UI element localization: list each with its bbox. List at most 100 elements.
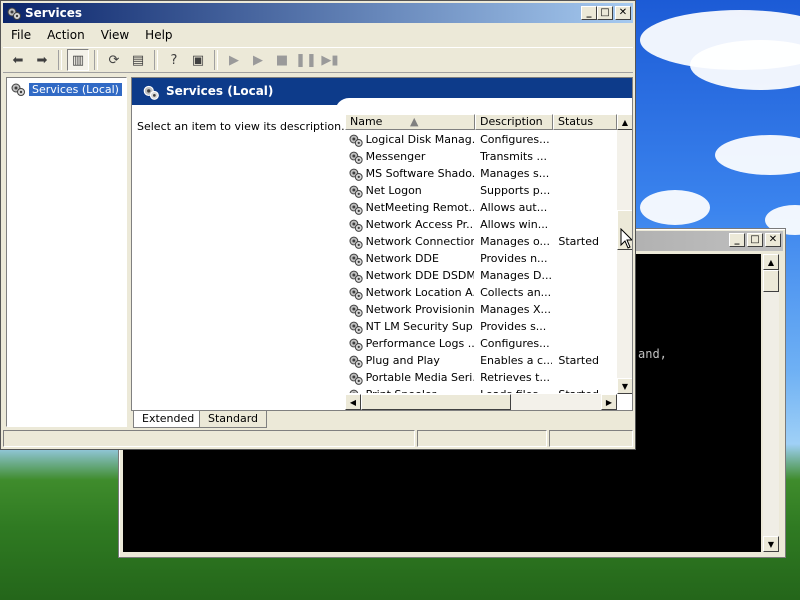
service-name: Network Provisionin...	[365, 303, 475, 316]
column-header-status[interactable]: Status	[553, 114, 617, 130]
tree-item-services-local[interactable]: Services (Local)	[10, 81, 122, 97]
close-button[interactable]: ✕	[615, 6, 631, 20]
services-window[interactable]: Services _ □ ✕ File Action View Help ⬅ ➡…	[0, 0, 636, 450]
service-name: Plug and Play	[365, 354, 440, 367]
service-name: Net Logon	[365, 184, 422, 197]
table-row[interactable]: Network DDE Provides n...	[345, 250, 617, 267]
service-status: Started	[558, 354, 599, 367]
pane-header: Services (Local)	[132, 78, 632, 118]
list-rows: Logical Disk Manag... Configures... Messen…	[345, 131, 617, 393]
console-close-button[interactable]: ✕	[765, 233, 781, 247]
service-name: Messenger	[365, 150, 426, 163]
menu-help[interactable]: Help	[137, 28, 180, 42]
service-description: Manages o...	[480, 235, 551, 248]
service-description: Allows aut...	[480, 201, 548, 214]
table-row[interactable]: Plug and Play Enables a c... Started	[345, 352, 617, 369]
toolbar-separator	[58, 50, 62, 70]
status-pane	[549, 430, 633, 447]
tab-extended[interactable]: Extended	[133, 411, 204, 428]
toolbar-separator	[154, 50, 158, 70]
service-name: Network DDE DSDM	[365, 269, 475, 282]
help-icon[interactable]: ?	[163, 49, 185, 71]
properties-icon[interactable]: ▣	[187, 49, 209, 71]
table-row[interactable]: Messenger Transmits ...	[345, 148, 617, 165]
tree-item-label: Services (Local)	[29, 82, 122, 96]
scroll-left-button[interactable]: ◀	[345, 394, 361, 410]
service-gears-icon	[349, 253, 363, 266]
refresh-icon[interactable]: ⟳	[103, 49, 125, 71]
menu-view[interactable]: View	[93, 28, 137, 42]
list-header: Name ▲ Description Status	[345, 114, 617, 130]
list-vertical-scrollbar[interactable]: ▲ ▼	[617, 114, 632, 394]
console-minimize-button[interactable]: _	[729, 233, 745, 247]
table-row[interactable]: Net Logon Supports p...	[345, 182, 617, 199]
pause-service-icon[interactable]: ❚❚	[295, 49, 317, 71]
column-header-name[interactable]: Name ▲	[345, 114, 475, 130]
export-list-icon[interactable]: ▤	[127, 49, 149, 71]
list-horizontal-scrollbar[interactable]: ◀ ▶	[345, 394, 617, 410]
table-row[interactable]: Logical Disk Manag... Configures...	[345, 131, 617, 148]
console-scroll-thumb[interactable]	[763, 270, 779, 292]
scroll-down-button[interactable]: ▼	[617, 378, 632, 394]
services-list[interactable]: Name ▲ Description Status Logical Disk M…	[345, 114, 632, 410]
column-header-description[interactable]: Description	[475, 114, 553, 130]
maximize-button[interactable]: □	[597, 6, 613, 20]
table-row[interactable]: Network Location A... Collects an...	[345, 284, 617, 301]
service-name: NT LM Security Sup...	[365, 320, 475, 333]
table-row[interactable]: MS Software Shado... Manages s...	[345, 165, 617, 182]
table-row[interactable]: Network Provisionin... Manages X...	[345, 301, 617, 318]
table-row[interactable]: Performance Logs ... Configures...	[345, 335, 617, 352]
service-name: Print Spooler	[364, 388, 474, 393]
start-service-alt-icon[interactable]: ▶	[247, 49, 269, 71]
service-gears-icon	[349, 372, 363, 385]
service-name: Network Access Pr...	[365, 218, 475, 231]
menu-bar: File Action View Help	[3, 25, 633, 45]
table-row[interactable]: Network Connections Manages o... Started	[345, 233, 617, 250]
service-description: Retrieves t...	[480, 371, 550, 384]
table-row[interactable]: NT LM Security Sup... Provides s...	[345, 318, 617, 335]
table-row[interactable]: Network DDE DSDM Manages D...	[345, 267, 617, 284]
table-row[interactable]: NetMeeting Remot... Allows aut...	[345, 199, 617, 216]
gears-icon	[7, 7, 21, 20]
service-name: Logical Disk Manag...	[365, 133, 475, 146]
stop-service-icon[interactable]: ■	[271, 49, 293, 71]
table-row[interactable]: Print SpoolerLoads files ...Started	[345, 386, 617, 393]
scroll-up-button[interactable]: ▲	[617, 114, 632, 130]
service-name: Portable Media Seri...	[365, 371, 475, 384]
service-description: Configures...	[480, 337, 550, 350]
show-hide-tree-icon[interactable]: ▥	[67, 49, 89, 71]
start-service-icon[interactable]: ▶	[223, 49, 245, 71]
service-gears-icon	[349, 236, 363, 249]
window-title: Services	[25, 6, 83, 20]
console-maximize-button[interactable]: □	[747, 233, 763, 247]
service-name: Network Connections	[365, 235, 475, 248]
table-row[interactable]: Portable Media Seri... Retrieves t...	[345, 369, 617, 386]
service-name: MS Software Shado...	[365, 167, 475, 180]
scroll-right-button[interactable]: ▶	[601, 394, 617, 410]
console-tree[interactable]: Services (Local)	[6, 77, 127, 427]
service-gears-icon	[349, 134, 363, 147]
mouse-cursor-icon	[620, 228, 632, 249]
service-status: Started	[552, 388, 617, 393]
service-gears-icon	[349, 287, 363, 300]
service-description: Configures...	[480, 133, 550, 146]
service-description: Allows win...	[480, 218, 549, 231]
minimize-button[interactable]: _	[581, 6, 597, 20]
restart-service-icon[interactable]: ▶▮	[319, 49, 341, 71]
service-gears-icon	[349, 151, 363, 164]
cloud	[715, 135, 800, 175]
horizontal-scroll-thumb[interactable]	[361, 394, 511, 410]
menu-action[interactable]: Action	[39, 28, 93, 42]
service-description: Loads files ...	[474, 388, 552, 393]
forward-arrow-icon[interactable]: ➡	[31, 49, 53, 71]
back-arrow-icon[interactable]: ⬅	[7, 49, 29, 71]
console-scroll-down-button[interactable]: ▼	[763, 536, 779, 552]
service-description: Provides s...	[480, 320, 547, 333]
service-description: Manages D...	[480, 269, 552, 282]
console-scroll-up-button[interactable]: ▲	[763, 254, 779, 270]
table-row[interactable]: Network Access Pr... Allows win...	[345, 216, 617, 233]
title-bar[interactable]: Services _ □ ✕	[3, 3, 633, 23]
console-vertical-scrollbar[interactable]: ▲ ▼	[763, 254, 779, 552]
menu-file[interactable]: File	[3, 28, 39, 42]
tab-standard[interactable]: Standard	[199, 411, 268, 428]
